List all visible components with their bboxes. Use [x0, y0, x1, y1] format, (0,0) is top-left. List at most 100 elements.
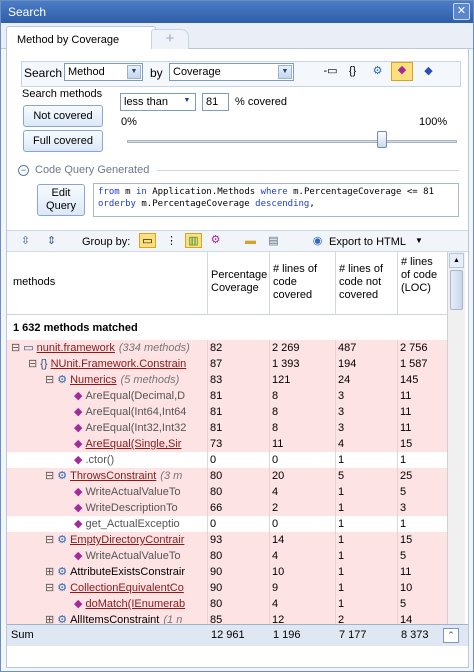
collapse-node-icon[interactable]: ⊟ [28, 358, 37, 370]
table-cell: 81 [207, 420, 269, 436]
table-row[interactable]: ◆ doMatch(IEnumerab 80 4 1 5 [7, 596, 447, 612]
node-name[interactable]: get_ActualExceptio [85, 518, 179, 530]
table-row[interactable]: ◆ AreEqual(Int64,Int64 81 8 3 11 [7, 404, 447, 420]
search-kind-select[interactable]: Method ▼ [64, 63, 143, 81]
table-row[interactable]: ⊞ ⚙ AttributeExistsConstrair 90 10 1 11 [7, 564, 447, 580]
new-tab-button[interactable]: + [151, 29, 189, 49]
table-row[interactable]: ⊟{} NUnit.Framework.Constrain 87 1 393 194 1 … [7, 356, 447, 372]
node-name[interactable]: AttributeExistsConstrair [70, 566, 185, 578]
expand-node-icon[interactable]: ⊞ [45, 566, 54, 578]
not-covered-button[interactable]: Not covered [23, 105, 103, 127]
col-methods[interactable]: methods [7, 252, 207, 315]
table-row[interactable]: ◆ AreEqual(Int32,Int32 81 8 3 11 [7, 420, 447, 436]
folder-icon[interactable]: ▬ [242, 234, 259, 249]
chevron-down-icon[interactable]: ▼ [415, 236, 423, 245]
comparator-select[interactable]: less than ▼ [120, 93, 196, 111]
group-type-icon[interactable]: ▥ [185, 233, 202, 248]
table-row[interactable]: ◆ WriteActualValueTo 80 4 1 5 [7, 484, 447, 500]
method-icon: ◆ [74, 486, 83, 498]
scroll-thumb[interactable] [450, 270, 463, 310]
node-name[interactable]: AreEqual(Decimal,D [85, 390, 185, 402]
class-icon: ⚙ [57, 534, 68, 546]
export-html-button[interactable]: Export to HTML [329, 236, 406, 248]
group-namespace-icon[interactable]: ⋮ [163, 234, 180, 249]
table-row[interactable]: ◆ AreEqual(Single,Sir 73 11 4 15 [7, 436, 447, 452]
table-cell: 93 [207, 532, 269, 548]
search-criterion-select[interactable]: Coverage ▼ [169, 63, 294, 81]
table-cell: 487 [335, 340, 397, 356]
tab-method-by-coverage[interactable]: Method by Coverage [6, 26, 156, 50]
table-cell: 2 756 [397, 340, 447, 356]
node-name[interactable]: doMatch(IEnumerab [85, 598, 185, 610]
scroll-top-icon[interactable]: ⌃ [443, 628, 459, 643]
close-button[interactable]: ✕ [453, 3, 470, 20]
expand-all-icon[interactable]: ⇳ [17, 234, 34, 249]
coverage-slider-thumb[interactable] [377, 131, 387, 148]
table-cell: 11 [397, 404, 447, 420]
node-name[interactable]: nunit.framework [37, 342, 115, 354]
collapse-node-icon[interactable]: ⊟ [45, 582, 54, 594]
node-name[interactable]: WriteDescriptionTo [85, 502, 177, 514]
full-covered-button[interactable]: Full covered [23, 130, 103, 152]
table-cell: 3 [335, 420, 397, 436]
chevron-down-icon[interactable]: ▼ [127, 65, 141, 79]
chevron-down-icon[interactable]: ▼ [278, 65, 292, 79]
node-name[interactable]: EmptyDirectoryContrair [70, 534, 184, 546]
cql-query-editor[interactable]: from m in Application.Methods where m.Pe… [93, 183, 459, 217]
collapse-node-icon[interactable]: ⊟ [45, 470, 54, 482]
node-name[interactable]: AreEqual(Int64,Int64 [85, 406, 186, 418]
node-name[interactable]: CollectionEquivalentCo [70, 582, 184, 594]
namespace-filter-icon[interactable]: {} [344, 64, 361, 79]
tab-strip: Method by Coverage + [1, 23, 473, 50]
method-filter-icon[interactable]: ◆ [391, 62, 413, 81]
col-loc-not-covered[interactable]: # lines of code not covered [335, 252, 397, 315]
table-row[interactable]: ⊟ ▭ nunit.framework (334 methods) 82 2 269 487… [7, 340, 447, 356]
table-row[interactable]: ◆ WriteActualValueTo 80 4 1 5 [7, 548, 447, 564]
table-row[interactable]: ⊟ ⚙ Numerics (5 methods) 83 121 24 145 [7, 372, 447, 388]
table-cell: 90 [207, 564, 269, 580]
node-name[interactable]: .ctor() [85, 454, 114, 466]
cql-keyword: orderby [98, 199, 136, 209]
col-loc-covered[interactable]: # lines of code covered [269, 252, 335, 315]
sum-loc-covered: 1 196 [273, 629, 301, 641]
assembly-filter-icon[interactable]: -▭ [322, 64, 339, 79]
vertical-scrollbar[interactable]: ▲ [447, 252, 465, 624]
table-cell: 121 [269, 372, 335, 388]
collapse-node-icon[interactable]: ⊟ [45, 534, 54, 546]
document-icon[interactable]: ▤ [265, 234, 282, 249]
field-filter-icon[interactable]: ◆ [420, 64, 437, 79]
collapse-icon[interactable]: − [18, 165, 29, 176]
table-cell: 0 [207, 452, 269, 468]
table-row[interactable]: ◆ WriteDescriptionTo 66 2 1 3 [7, 500, 447, 516]
coverage-slider-track[interactable] [127, 140, 457, 143]
collapse-node-icon[interactable]: ⊟ [11, 342, 20, 354]
group-assembly-icon[interactable]: ▭ [139, 233, 156, 248]
tree-node: ◆ WriteActualValueTo [62, 484, 207, 500]
node-name[interactable]: ThrowsConstraint [70, 470, 156, 482]
node-name[interactable]: WriteActualValueTo [85, 550, 180, 562]
collapse-all-icon[interactable]: ⇕ [43, 234, 60, 249]
edit-query-button[interactable]: Edit Query [37, 184, 85, 216]
node-name[interactable]: AreEqual(Single,Sir [85, 438, 181, 450]
col-percentage-coverage[interactable]: Percentage Coverage [207, 252, 269, 315]
table-row[interactable]: ◆ .ctor() 0 0 1 1 [7, 452, 447, 468]
table-cell: 81 [207, 404, 269, 420]
table-row[interactable]: ⊟ ⚙ CollectionEquivalentCo 90 9 1 10 [7, 580, 447, 596]
collapse-node-icon[interactable]: ⊟ [45, 374, 54, 386]
table-row[interactable]: ◆ get_ActualExceptio 0 0 1 1 [7, 516, 447, 532]
scroll-up-icon[interactable]: ▲ [449, 253, 464, 268]
group-method-icon[interactable]: ⚙ [207, 233, 224, 248]
table-row[interactable]: ◆ AreEqual(Decimal,D 81 8 3 11 [7, 388, 447, 404]
node-name[interactable]: AreEqual(Int32,Int32 [85, 422, 186, 434]
percent-input[interactable]: 81 [202, 93, 229, 111]
cql-text: m [119, 187, 136, 197]
node-name[interactable]: WriteActualValueTo [85, 486, 180, 498]
export-icon[interactable]: ◉ [309, 234, 326, 249]
node-name[interactable]: Numerics [70, 374, 116, 386]
table-row[interactable]: ⊟ ⚙ ThrowsConstraint (3 m 80 20 5 25 [7, 468, 447, 484]
node-name[interactable]: NUnit.Framework.Constrain [51, 358, 187, 370]
chevron-down-icon[interactable]: ▼ [180, 95, 194, 109]
type-filter-icon[interactable]: ⚙ [369, 64, 386, 79]
col-loc[interactable]: # lines of code (LOC) [397, 252, 447, 315]
table-row[interactable]: ⊟ ⚙ EmptyDirectoryContrair 93 14 1 15 [7, 532, 447, 548]
